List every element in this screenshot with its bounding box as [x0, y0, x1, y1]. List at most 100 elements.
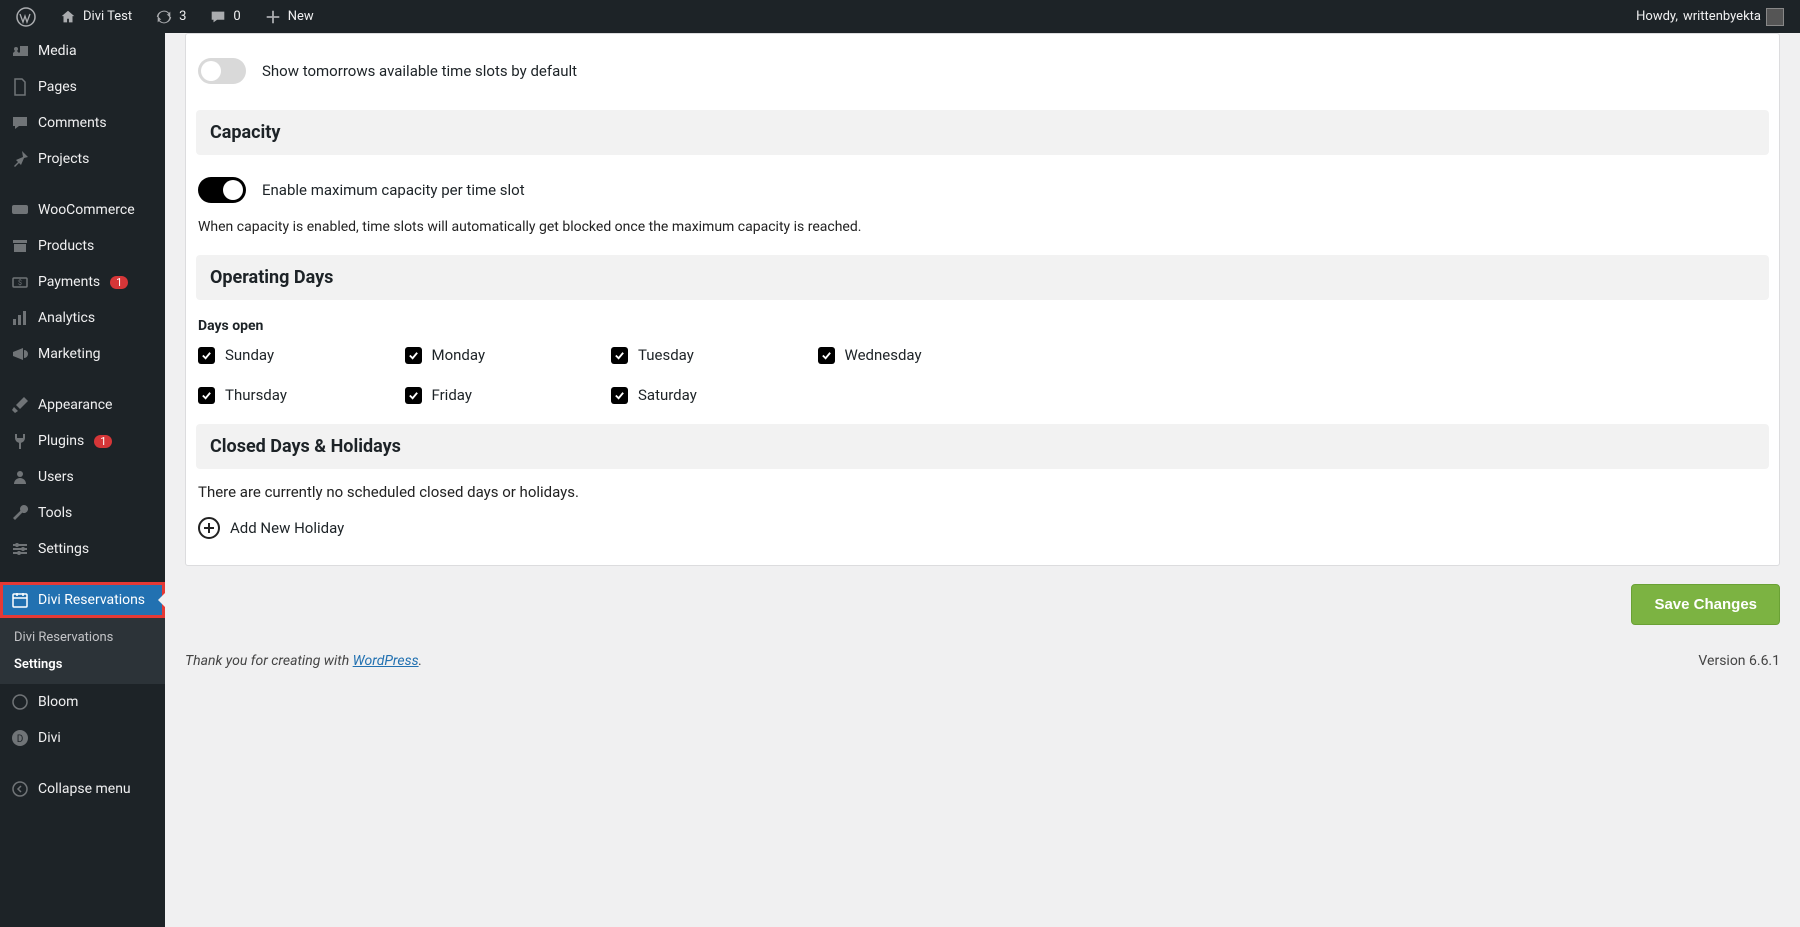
sidebar-item-settings[interactable]: Settings: [0, 531, 165, 567]
updates-link[interactable]: 3: [146, 0, 194, 33]
sidebar-item-divi-reservations[interactable]: Divi Reservations: [0, 582, 165, 618]
sidebar-item-label: Appearance: [38, 397, 112, 413]
checkbox-thursday[interactable]: [198, 387, 215, 404]
sidebar-item-label: Users: [38, 469, 74, 485]
days-open-label: Days open: [198, 318, 1767, 334]
plus-circle-icon: [198, 517, 220, 539]
admin-footer: Thank you for creating with WordPress. V…: [185, 653, 1780, 669]
sidebar-item-comments[interactable]: Comments: [0, 105, 165, 141]
plus-icon: [263, 7, 283, 27]
add-holiday-label: Add New Holiday: [230, 519, 344, 537]
sidebar-item-marketing[interactable]: Marketing: [0, 336, 165, 372]
megaphone-icon: [10, 344, 30, 364]
media-icon: [10, 41, 30, 61]
capacity-description: When capacity is enabled, time slots wil…: [198, 219, 1767, 235]
sidebar-item-woocommerce[interactable]: WooCommerce: [0, 192, 165, 228]
submenu-label: Settings: [14, 657, 62, 672]
bloom-icon: [10, 692, 30, 712]
settings-panel: Show tomorrows available time slots by d…: [185, 33, 1780, 566]
account-link[interactable]: Howdy, writtenbyekta: [1628, 0, 1792, 33]
woo-icon: [10, 200, 30, 220]
svg-text:$: $: [18, 279, 22, 287]
site-name: Divi Test: [83, 9, 132, 24]
section-capacity: Capacity: [196, 110, 1769, 155]
sidebar-item-divi[interactable]: D Divi: [0, 720, 165, 756]
page-icon: [10, 77, 30, 97]
sidebar-item-label: Pages: [38, 79, 77, 95]
sidebar-collapse-menu[interactable]: Collapse menu: [0, 771, 165, 807]
sidebar-item-pages[interactable]: Pages: [0, 69, 165, 105]
checkbox-saturday[interactable]: [611, 387, 628, 404]
checkbox-wednesday[interactable]: [818, 347, 835, 364]
day-label: Friday: [432, 386, 472, 404]
sidebar-item-label: Plugins: [38, 433, 84, 449]
sidebar-item-label: Products: [38, 238, 94, 254]
plug-icon: [10, 431, 30, 451]
admin-bar: Divi Test 3 0 New Howdy, writtenbyekta: [0, 0, 1800, 33]
sidebar-item-label: Tools: [38, 505, 72, 521]
sidebar-item-label: WooCommerce: [38, 202, 135, 218]
sidebar-item-payments[interactable]: $Payments1: [0, 264, 165, 300]
sidebar-item-media[interactable]: Media: [0, 33, 165, 69]
divi-reservations-submenu: Divi Reservations Settings: [0, 618, 165, 684]
day-label: Sunday: [225, 346, 274, 364]
comment-icon: [208, 7, 228, 27]
wp-logo[interactable]: [8, 0, 44, 33]
sidebar-item-label: Bloom: [38, 694, 78, 710]
checkbox-friday[interactable]: [405, 387, 422, 404]
sidebar-item-plugins[interactable]: Plugins 1: [0, 423, 165, 459]
footer-wordpress-link[interactable]: WordPress: [353, 653, 419, 669]
sidebar-item-appearance[interactable]: Appearance: [0, 387, 165, 423]
new-link[interactable]: New: [255, 0, 322, 33]
day-label: Tuesday: [638, 346, 694, 364]
toggle-show-tomorrow[interactable]: [198, 58, 246, 84]
updates-count: 3: [179, 9, 186, 24]
sidebar-item-projects[interactable]: Projects: [0, 141, 165, 177]
sidebar-item-users[interactable]: Users: [0, 459, 165, 495]
comments-link[interactable]: 0: [200, 0, 248, 33]
footer-dot: .: [419, 653, 423, 669]
checkbox-sunday[interactable]: [198, 347, 215, 364]
sidebar-item-label: Payments: [38, 274, 100, 290]
day-label: Saturday: [638, 386, 697, 404]
checkbox-tuesday[interactable]: [611, 347, 628, 364]
sidebar-item-bloom[interactable]: Bloom: [0, 684, 165, 720]
footer-version: Version 6.6.1: [1698, 653, 1780, 669]
footer-thanks: Thank you for creating with: [185, 653, 353, 669]
pin-icon: [10, 149, 30, 169]
divi-icon: D: [10, 728, 30, 748]
day-label: Thursday: [225, 386, 287, 404]
site-link[interactable]: Divi Test: [50, 0, 140, 33]
sidebar-item-products[interactable]: Products: [0, 228, 165, 264]
sliders-icon: [10, 539, 30, 559]
toggle-enable-capacity-label: Enable maximum capacity per time slot: [262, 181, 525, 199]
user-icon: [10, 467, 30, 487]
comments-count: 0: [233, 9, 240, 24]
sidebar-item-label: Collapse menu: [38, 781, 131, 797]
save-changes-button[interactable]: Save Changes: [1631, 584, 1780, 625]
comment-icon: [10, 113, 30, 133]
sidebar-item-tools[interactable]: Tools: [0, 495, 165, 531]
no-closed-days-text: There are currently no scheduled closed …: [198, 483, 1767, 501]
plugins-badge: 1: [94, 435, 112, 448]
avatar: [1766, 8, 1784, 26]
sidebar-item-label: Projects: [38, 151, 89, 167]
sidebar-item-analytics[interactable]: Analytics: [0, 300, 165, 336]
checkbox-monday[interactable]: [405, 347, 422, 364]
toggle-enable-capacity[interactable]: [198, 177, 246, 203]
collapse-icon: [10, 779, 30, 799]
submenu-item-divi-reservations[interactable]: Divi Reservations: [0, 624, 165, 651]
admin-sidebar: Media Pages Comments Projects WooCommerc…: [0, 33, 165, 927]
day-label: Wednesday: [845, 346, 922, 364]
sidebar-item-label: Marketing: [38, 346, 101, 362]
chart-icon: [10, 308, 30, 328]
add-new-holiday-button[interactable]: Add New Holiday: [196, 515, 1769, 541]
day-label: Monday: [432, 346, 486, 364]
section-operating-days: Operating Days: [196, 255, 1769, 300]
home-icon: [58, 7, 78, 27]
submenu-label: Divi Reservations: [14, 630, 113, 645]
submenu-item-settings[interactable]: Settings: [0, 651, 165, 678]
wrench-icon: [10, 503, 30, 523]
sidebar-item-label: Comments: [38, 115, 107, 131]
sidebar-item-label: Divi: [38, 730, 61, 746]
